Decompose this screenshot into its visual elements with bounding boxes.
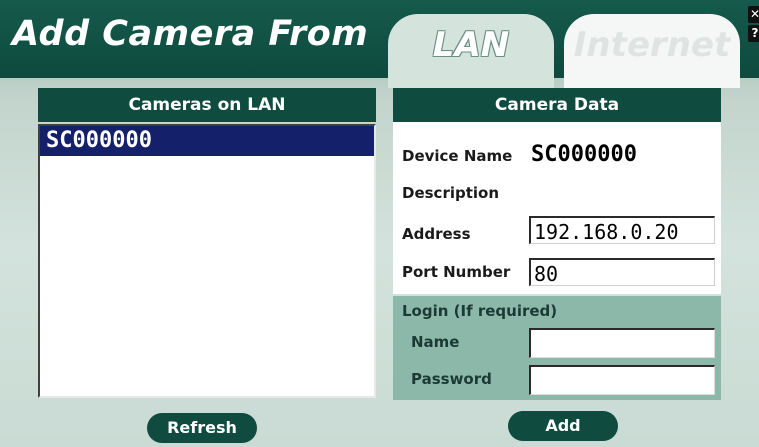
- add-camera-dialog: Add Camera From LAN Internet ✕ ? Cameras…: [0, 0, 759, 447]
- device-name-label: Device Name: [402, 147, 513, 165]
- login-password-field[interactable]: [529, 365, 715, 395]
- add-button[interactable]: Add: [508, 411, 618, 441]
- camera-list[interactable]: SC000000: [38, 124, 376, 398]
- camera-list-item[interactable]: SC000000: [40, 126, 374, 156]
- tab-lan[interactable]: LAN: [388, 14, 554, 88]
- description-label: Description: [402, 184, 500, 202]
- address-field[interactable]: 192.168.0.20: [529, 216, 715, 244]
- login-title: Login (If required): [402, 302, 558, 320]
- refresh-button[interactable]: Refresh: [147, 413, 257, 443]
- login-name-field[interactable]: [529, 328, 715, 358]
- camera-data-heading: Camera Data: [393, 88, 721, 122]
- address-label: Address: [402, 225, 471, 243]
- device-name-value: SC000000: [531, 142, 637, 167]
- port-number-field[interactable]: 80: [529, 258, 715, 286]
- close-icon[interactable]: ✕: [748, 6, 759, 23]
- help-icon[interactable]: ?: [748, 25, 759, 42]
- dialog-title: Add Camera From: [12, 14, 369, 54]
- tab-internet[interactable]: Internet: [564, 14, 740, 88]
- cameras-panel-heading: Cameras on LAN: [38, 88, 376, 122]
- port-number-label: Port Number: [402, 263, 511, 281]
- login-password-label: Password: [411, 370, 492, 388]
- login-name-label: Name: [411, 333, 460, 351]
